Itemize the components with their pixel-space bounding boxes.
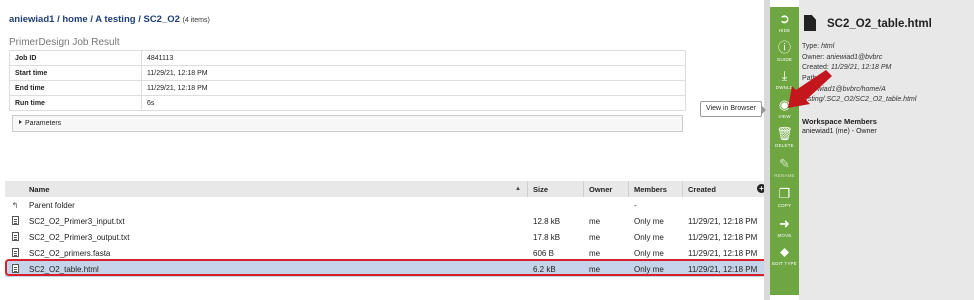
rename-button[interactable]: ✎ RENAME: [770, 156, 799, 179]
workspace-members-title: Workspace Members: [802, 117, 877, 126]
view-label: VIEW: [778, 114, 791, 119]
parameters-label: Parameters: [25, 120, 62, 127]
file-name: SC2_O2_Primer3_output.txt: [29, 232, 130, 242]
trash-icon: 🗑: [776, 126, 793, 141]
tag-icon: ⬥: [779, 244, 790, 259]
info-owner-value: aniewiad1@bvbrc: [826, 54, 883, 61]
chevron-right-circle-icon: ➲: [779, 11, 790, 26]
file-members: -: [634, 200, 637, 210]
sort-asc-icon[interactable]: ▲: [515, 186, 521, 192]
caret-right-icon: [19, 120, 22, 124]
copy-icon: ❐: [778, 186, 791, 201]
file-icon: [10, 231, 20, 243]
info-panel: SC2_O2_table.html Type: html Owner: anie…: [799, 0, 974, 300]
file-owner: me: [589, 248, 601, 258]
workspace-member: aniewiad1 (me) - Owner: [802, 128, 877, 135]
breadcrumb: aniewiad1 / home / A testing / SC2_O2 (4…: [9, 14, 210, 25]
table-row[interactable]: SC2_O2_Primer3_input.txt 12.8 kB me Only…: [5, 213, 765, 229]
copy-label: COPY: [777, 203, 792, 208]
move-button[interactable]: ➜ MOVE: [770, 216, 799, 239]
file-size: 17.8 kB: [533, 232, 561, 242]
breadcrumb-current: SC2_O2: [143, 14, 180, 25]
edit-type-label: EDIT TYPE: [772, 261, 797, 266]
info-created-value: 11/29/21, 12:18 PM: [830, 64, 892, 71]
file-created: 11/29/21, 12:18 PM: [688, 232, 758, 242]
edit-type-button[interactable]: ⬥ EDIT TYPE: [770, 244, 799, 267]
file-created: 11/29/21, 12:18 PM: [688, 248, 758, 258]
move-label: MOVE: [777, 233, 792, 238]
guide-button[interactable]: ⓘ GUIDE: [770, 40, 799, 63]
job-row-label: End time: [9, 80, 142, 96]
file-icon: [10, 215, 20, 227]
file-members: Only me: [634, 248, 664, 258]
job-row: End time 11/29/21, 12:18 PM: [9, 80, 686, 96]
file-size: 12.8 kB: [533, 216, 561, 226]
item-count: (4 items): [182, 17, 210, 24]
job-row-value: 6s: [141, 95, 686, 111]
column-created[interactable]: Created: [688, 185, 716, 194]
file-created: 11/29/21, 12:18 PM: [688, 216, 758, 226]
column-owner[interactable]: Owner: [589, 185, 612, 194]
job-info-table: Job ID 4841113 Start time 11/29/21, 12:1…: [9, 50, 686, 111]
column-size[interactable]: Size: [533, 185, 548, 194]
job-row-label: Run time: [9, 95, 142, 111]
info-owner: Owner: aniewiad1@bvbrc: [802, 54, 882, 61]
info-owner-label: Owner:: [802, 54, 825, 61]
file-table-header: Name ▲ Size Owner Members Created +: [5, 181, 766, 197]
job-result-title: PrimerDesign Job Result: [9, 37, 120, 48]
job-row: Job ID 4841113: [9, 50, 686, 66]
file-owner: me: [589, 216, 601, 226]
info-type-value: html: [821, 43, 835, 50]
job-row: Run time 6s: [9, 95, 686, 111]
hide-button[interactable]: ➲ HIDE: [770, 11, 799, 34]
job-row: Start time 11/29/21, 12:18 PM: [9, 65, 686, 81]
column-name[interactable]: Name: [29, 185, 49, 194]
job-row-value: 4841113: [141, 50, 686, 66]
rename-label: RENAME: [774, 173, 795, 178]
file-members: Only me: [634, 232, 664, 242]
parent-folder-row[interactable]: ↰ Parent folder -: [5, 197, 765, 213]
delete-button[interactable]: 🗑 DELETE: [770, 126, 799, 149]
info-icon: ⓘ: [777, 40, 791, 55]
breadcrumb-user[interactable]: aniewiad1: [9, 14, 54, 25]
delete-label: DELETE: [775, 143, 794, 148]
copy-button[interactable]: ❐ COPY: [770, 186, 799, 209]
job-row-label: Start time: [9, 65, 142, 81]
arrow-right-icon: ➜: [779, 216, 790, 231]
parameters-toggle[interactable]: Parameters: [12, 115, 683, 132]
file-members: Only me: [634, 216, 664, 226]
hide-label: HIDE: [778, 28, 791, 33]
breadcrumb-home[interactable]: home: [62, 14, 87, 25]
info-type: Type: html: [802, 43, 834, 50]
table-row[interactable]: SC2_O2_Primer3_output.txt 17.8 kB me Onl…: [5, 229, 765, 245]
job-row-value: 11/29/21, 12:18 PM: [141, 65, 686, 81]
view-tooltip: View in Browser: [700, 101, 766, 117]
job-row-value: 11/29/21, 12:18 PM: [141, 80, 686, 96]
info-title: SC2_O2_table.html: [827, 18, 932, 30]
file-name: Parent folder: [29, 200, 75, 210]
selected-row-highlight: [5, 259, 818, 276]
file-size: 606 B: [533, 248, 554, 258]
file-icon: [10, 247, 20, 259]
up-arrow-icon: ↰: [11, 200, 19, 210]
file-owner: me: [589, 232, 601, 242]
file-icon: [804, 15, 816, 31]
file-name: SC2_O2_primers.fasta: [29, 248, 111, 258]
red-arrow-annotation: [788, 70, 832, 108]
job-row-label: Job ID: [9, 50, 142, 66]
action-bar: ➲ HIDE ⓘ GUIDE ⤓ DWNLD ◉ VIEW 🗑 DELETE ✎…: [770, 7, 799, 295]
guide-label: GUIDE: [776, 57, 793, 62]
file-name: SC2_O2_Primer3_input.txt: [29, 216, 125, 226]
edit-icon: ✎: [779, 156, 790, 171]
breadcrumb-folder[interactable]: A testing: [95, 14, 135, 25]
info-type-label: Type:: [802, 43, 820, 50]
column-members[interactable]: Members: [634, 185, 667, 194]
